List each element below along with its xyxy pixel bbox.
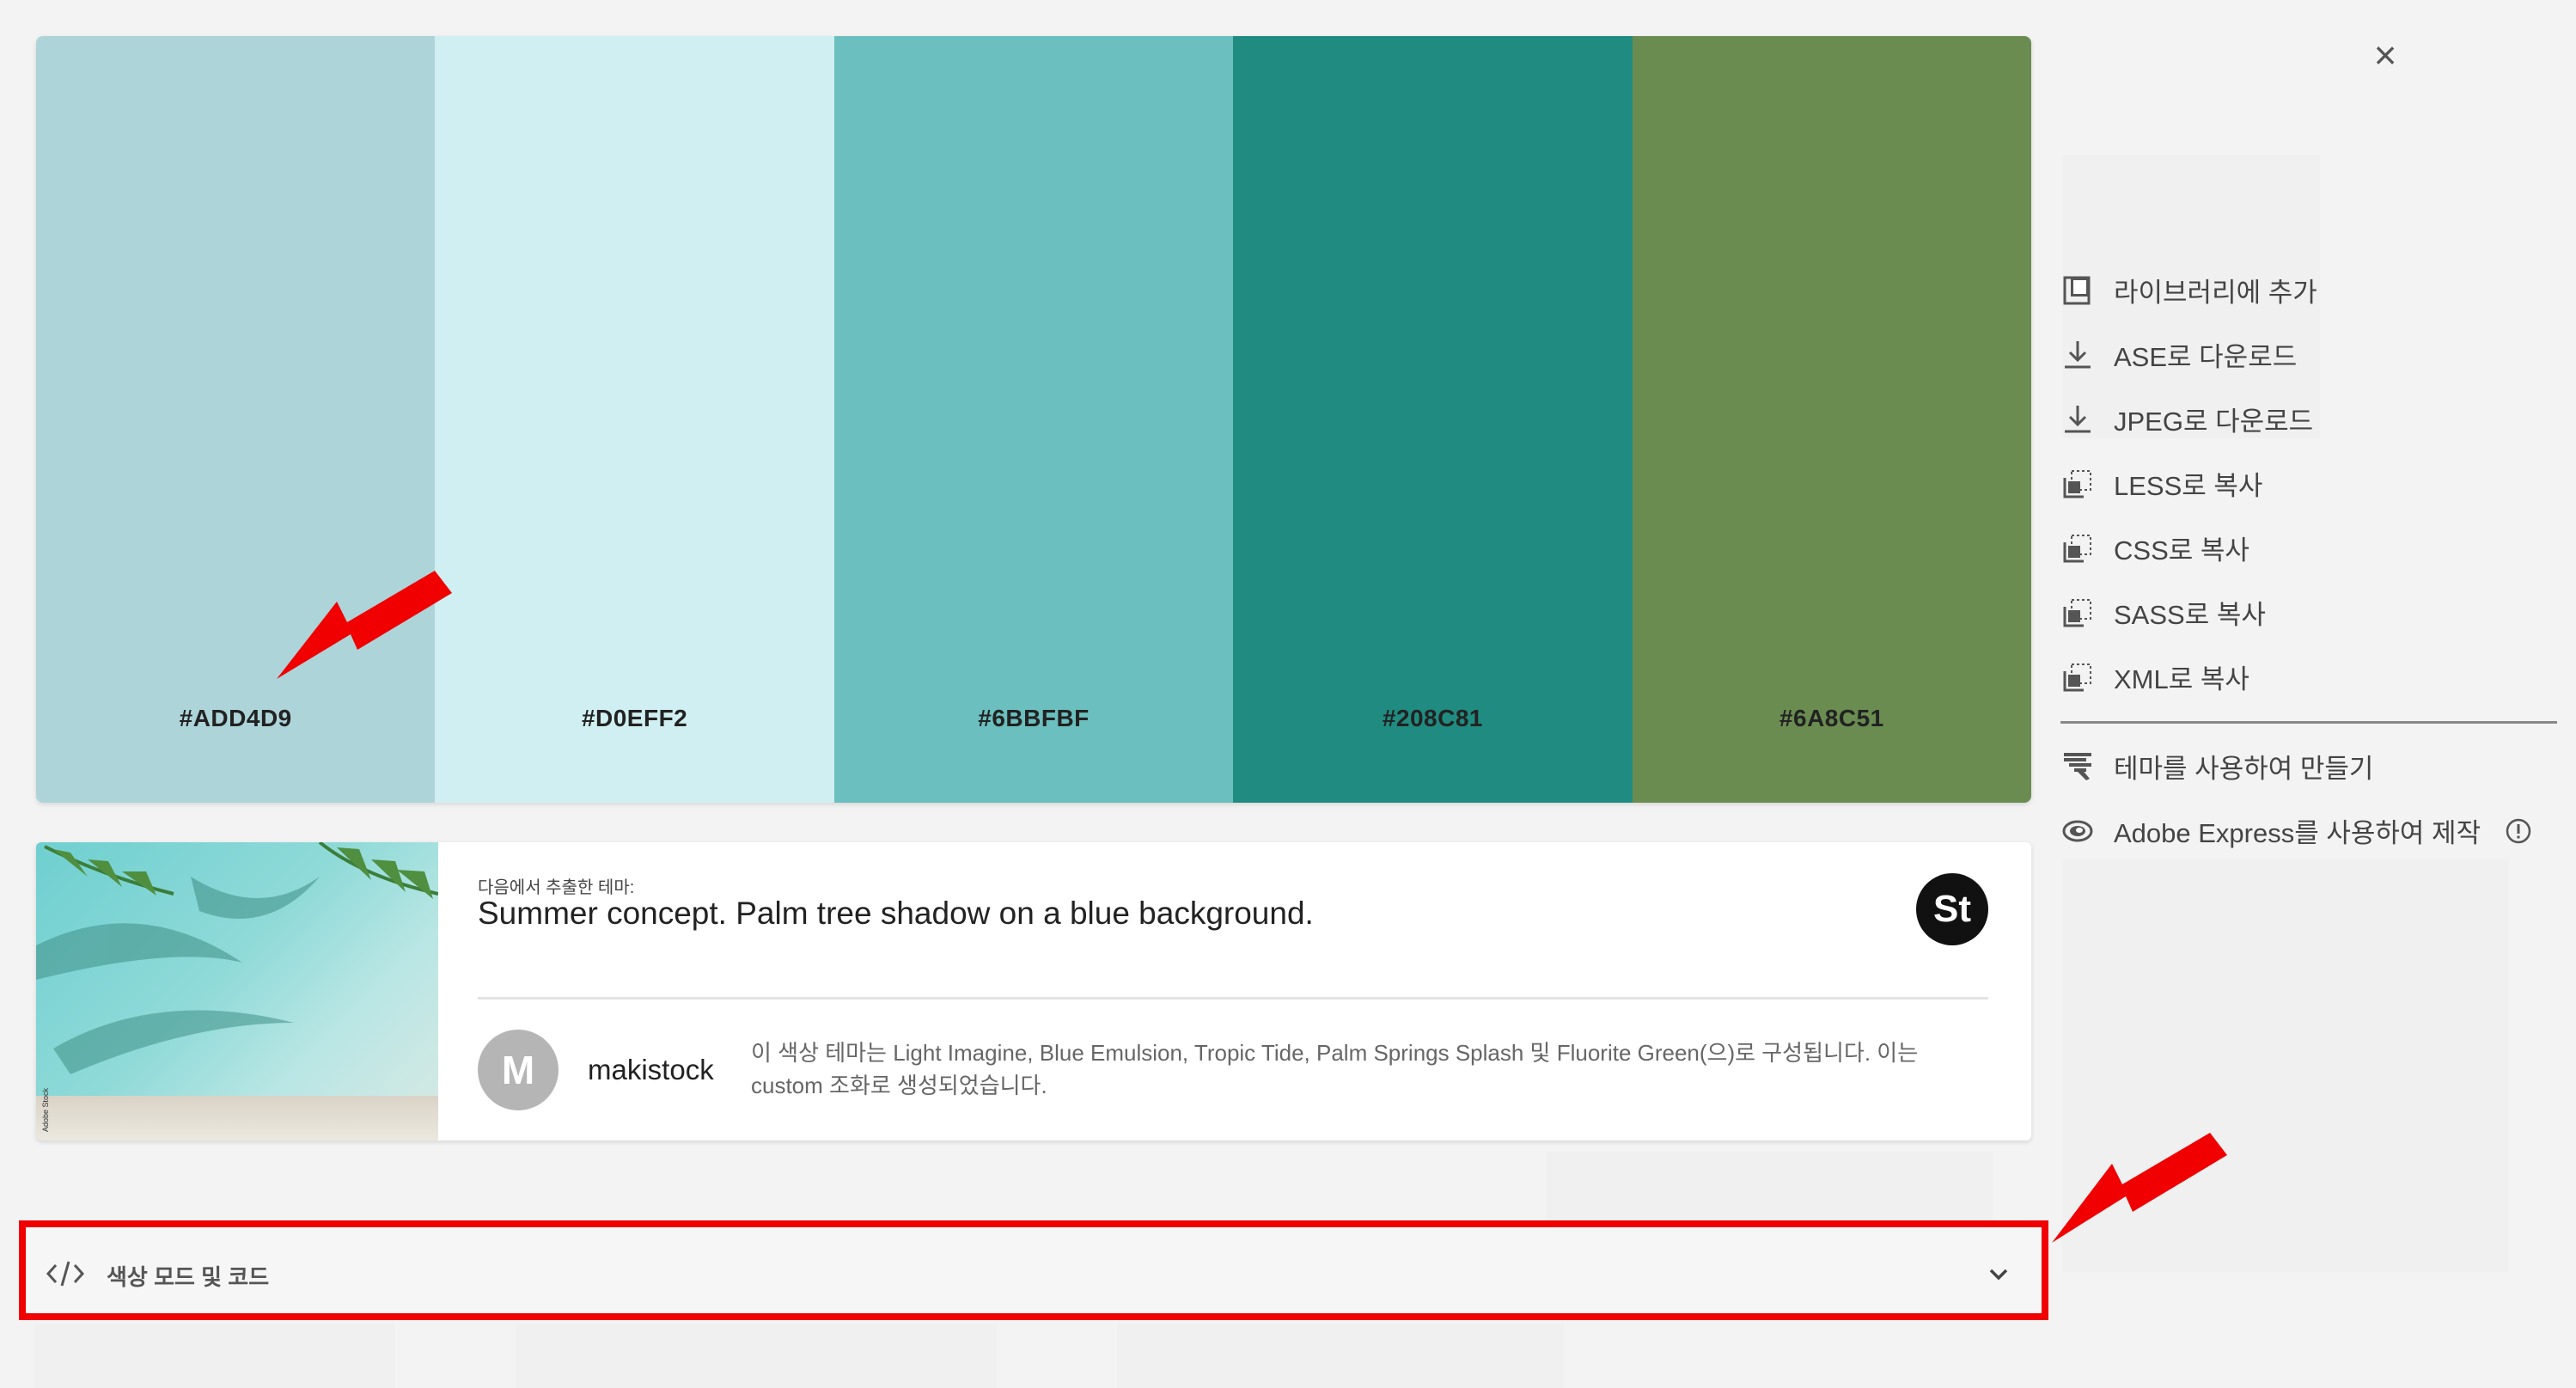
swatch[interactable]: #D0EFF2: [435, 36, 834, 803]
swatch-hex-label[interactable]: #6A8C51: [1633, 705, 2031, 732]
chevron-down-icon[interactable]: [1985, 1260, 2012, 1287]
background-tile: [34, 1324, 395, 1388]
avatar[interactable]: M: [478, 1030, 559, 1110]
swatch-hex-label[interactable]: #6BBFBF: [834, 705, 1233, 732]
create-with-express-button[interactable]: Adobe Express를 사용하여 제작: [2060, 798, 2559, 863]
create-with-theme-label: 테마를 사용하여 만들기: [2114, 754, 2374, 784]
action-menu: 라이브러리에 추가 ASE로 다운로드 JPEG로 다운로드 LESS로 복사 …: [2060, 258, 2559, 863]
author-name[interactable]: makistock: [588, 1054, 714, 1086]
library-icon: [2060, 273, 2095, 308]
info-icon[interactable]: [2505, 817, 2532, 845]
swatch-hex-label[interactable]: #D0EFF2: [435, 705, 833, 732]
swatch[interactable]: #208C81: [1233, 36, 1633, 803]
close-icon[interactable]: ×: [2366, 35, 2404, 75]
theme-source-card: Adobe Stock 다음에서 추출한 테마: Summer concept.…: [36, 842, 2031, 1140]
create-with-theme-button[interactable]: 테마를 사용하여 만들기: [2060, 734, 2559, 798]
source-title[interactable]: Summer concept. Palm tree shadow on a bl…: [478, 896, 1314, 932]
create-with-express-label: Adobe Express를 사용하여 제작: [2114, 818, 2481, 848]
background-tile: [1547, 1152, 1993, 1220]
add-to-library-button[interactable]: 라이브러리에 추가: [2060, 258, 2559, 322]
swatch-hex-label[interactable]: #208C81: [1233, 705, 1632, 732]
copy-sass-button[interactable]: SASS로 복사: [2060, 580, 2559, 645]
download-jpeg-button[interactable]: JPEG로 다운로드: [2060, 387, 2559, 451]
card-divider: [478, 997, 1988, 1000]
copy-icon: [2060, 467, 2095, 501]
copy-icon: [2060, 596, 2095, 630]
brush-icon: [2060, 749, 2095, 784]
copy-less-button[interactable]: LESS로 복사: [2060, 451, 2559, 516]
copy-css-button[interactable]: CSS로 복사: [2060, 516, 2559, 580]
add-to-library-label: 라이브러리에 추가: [2114, 278, 2317, 308]
extracted-from-label: 다음에서 추출한 테마:: [478, 878, 635, 897]
action-divider: [2060, 721, 2557, 724]
copy-xml-label: XML로 복사: [2114, 664, 2249, 694]
background-tile: [1117, 1324, 1564, 1388]
annotation-arrow: [277, 571, 452, 679]
copy-icon: [2060, 531, 2095, 566]
download-jpeg-label: JPEG로 다운로드: [2114, 407, 2314, 437]
adobe-stock-icon[interactable]: St: [1916, 873, 1988, 945]
annotation-arrow: [2052, 1133, 2227, 1243]
swatch[interactable]: #6BBFBF: [833, 36, 1234, 803]
swatch[interactable]: #6A8C51: [1632, 36, 2031, 803]
copy-sass-label: SASS로 복사: [2114, 600, 2266, 630]
copy-icon: [2060, 660, 2095, 694]
code-icon: [45, 1257, 86, 1291]
copy-less-label: LESS로 복사: [2114, 471, 2263, 501]
background-tile: [516, 1324, 997, 1388]
adobe-express-icon: [2060, 814, 2095, 848]
download-icon: [2060, 338, 2095, 372]
color-modes-accordion[interactable]: 색상 모드 및 코드: [19, 1220, 2048, 1320]
download-icon: [2060, 402, 2095, 437]
download-ase-button[interactable]: ASE로 다운로드: [2060, 322, 2559, 387]
swatch-hex-label[interactable]: #ADD4D9: [36, 705, 435, 732]
thumbnail-credit: Adobe Stock: [41, 1087, 50, 1132]
copy-xml-button[interactable]: XML로 복사: [2060, 645, 2559, 709]
source-thumbnail[interactable]: Adobe Stock: [36, 842, 438, 1140]
sand-strip: [36, 1096, 438, 1140]
download-ase-label: ASE로 다운로드: [2114, 342, 2298, 372]
copy-css-label: CSS로 복사: [2114, 535, 2249, 566]
color-modes-label: 색상 모드 및 코드: [107, 1264, 270, 1290]
theme-description: 이 색상 테마는 Light Imagine, Blue Emulsion, T…: [751, 1040, 1919, 1098]
